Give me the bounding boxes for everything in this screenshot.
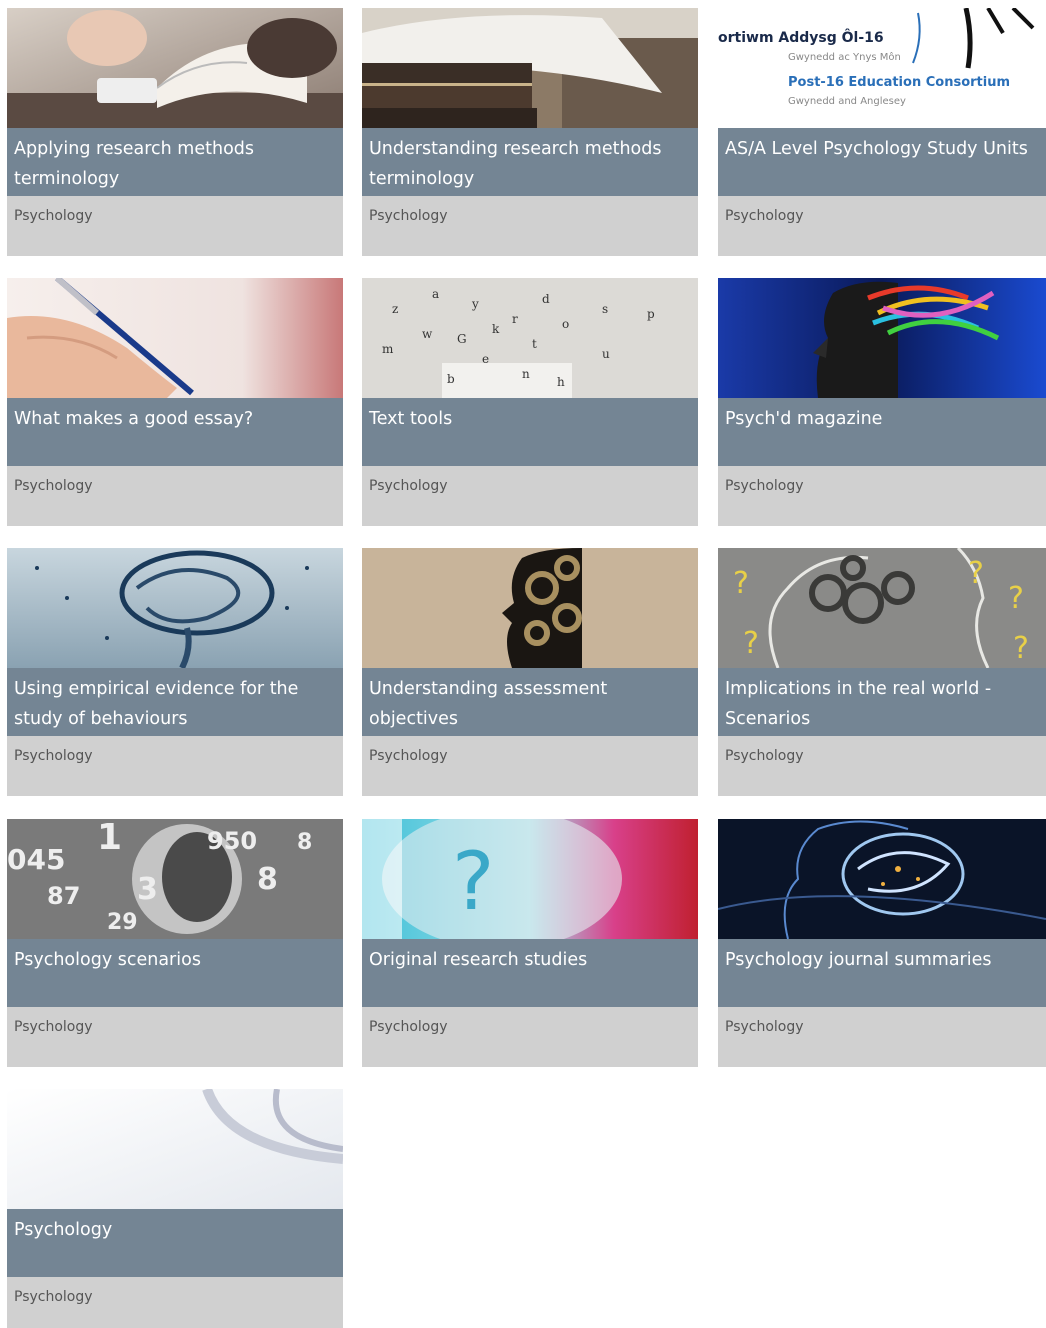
card-text-tools[interactable]: z a y r o s w Gk t e u p m d b n h Text tools Psych… [362,278,698,526]
card-subject: Psychology [369,1019,448,1035]
svg-text:?: ? [743,626,759,661]
scattered-letters-image: z a y r o s w Gk t e u p m d b n h [362,278,698,398]
svg-text:b: b [447,372,455,386]
card-study-units[interactable]: ortiwm Addysg Ôl-16 Gwynedd ac Ynys Môn … [718,8,1046,256]
svg-text:29: 29 [107,910,138,935]
consortium-logo-image: ortiwm Addysg Ôl-16 Gwynedd ac Ynys Môn … [718,8,1046,128]
head-gears-image [362,548,698,668]
svg-text:k: k [492,322,500,336]
logo-line-1: ortiwm Addysg Ôl-16 [718,28,884,46]
card-psychology[interactable]: Psychology Psychology [7,1089,343,1328]
svg-text:y: y [471,297,479,311]
svg-text:h: h [557,375,565,389]
svg-text:a: a [432,287,439,301]
neural-head-image [718,819,1046,939]
svg-text:?: ? [968,556,984,591]
card-good-essay[interactable]: What makes a good essay? Psychology [7,278,343,526]
card-title: Psychology [7,1209,343,1277]
card-psychd-magazine[interactable]: Psych'd magazine Psychology [718,278,1046,526]
card-journal-summaries[interactable]: Psychology journal summaries Psychology [718,819,1046,1067]
card-assessment-objectives[interactable]: Understanding assessment objectives Psyc… [362,548,698,796]
abstract-white-curve-image [7,1089,343,1209]
svg-text:s: s [602,302,608,316]
svg-text:?: ? [1008,581,1024,616]
svg-text:1: 1 [97,819,122,858]
card-title: What makes a good essay? [7,398,343,466]
svg-text:p: p [647,307,655,321]
card-title: Original research studies [362,939,698,1007]
card-understanding-research-methods[interactable]: Understanding research methods terminolo… [362,8,698,256]
svg-text:8: 8 [297,830,312,855]
svg-text:87: 87 [47,882,80,910]
svg-text:?: ? [1013,631,1029,666]
card-title: Understanding research methods terminolo… [362,128,698,196]
logo-line-4: Gwynedd and Anglesey [788,96,906,107]
svg-text:r: r [512,312,518,326]
card-subject: Psychology [369,478,448,494]
svg-text:d: d [542,292,550,306]
svg-text:?: ? [733,566,749,601]
logo-line-3: Post-16 Education Consortium [788,75,1010,90]
card-implications-real-world[interactable]: ????? Implications in the real world - S… [718,548,1046,796]
card-title: Text tools [362,398,698,466]
svg-text:u: u [602,347,610,361]
svg-text:?: ? [452,835,494,928]
svg-text:w: w [422,327,433,341]
svg-text:950: 950 [207,827,257,855]
numbers-collage-image: 045 87 13 950 8 8 29 [7,819,343,939]
card-subject: Psychology [14,478,93,494]
card-subject: Psychology [725,208,804,224]
card-title: Understanding assessment objectives [362,668,698,736]
svg-text:t: t [532,337,537,351]
card-subject: Psychology [14,1289,93,1305]
svg-text:e: e [482,352,489,366]
card-title: Applying research methods terminology [7,128,343,196]
card-subject: Psychology [14,208,93,224]
card-subject: Psychology [725,748,804,764]
svg-text:o: o [562,317,569,331]
svg-text:m: m [382,342,394,356]
card-title: Using empirical evidence for the study o… [7,668,343,736]
card-title: Psych'd magazine [718,398,1046,466]
card-subject: Psychology [14,1019,93,1035]
svg-text:z: z [392,302,398,316]
card-title: Psychology journal summaries [718,939,1046,1007]
card-original-research[interactable]: ? Original research studies Psychology [362,819,698,1067]
ink-brain-image [7,548,343,668]
card-title: AS/A Level Psychology Study Units [718,128,1046,196]
card-subject: Psychology [14,748,93,764]
card-subject: Psychology [369,748,448,764]
hand-writing-pen-image [7,278,343,398]
svg-text:G: G [457,332,467,346]
abstract-head-question-image: ? [362,819,698,939]
card-title: Implications in the real world - Scenari… [718,668,1046,736]
logo-line-2: Gwynedd ac Ynys Môn [788,51,901,63]
stack-of-books-image [362,8,698,128]
svg-text:8: 8 [257,862,278,897]
head-colorful-brain-image [718,278,1046,398]
svg-text:3: 3 [137,872,158,907]
card-empirical-evidence[interactable]: Using empirical evidence for the study o… [7,548,343,796]
card-subject: Psychology [369,208,448,224]
card-psychology-scenarios[interactable]: 045 87 13 950 8 8 29 Psychology scenarios P… [7,819,343,1067]
svg-text:045: 045 [7,843,65,876]
svg-text:n: n [522,367,530,381]
chalk-gears-question-image: ????? [718,548,1046,668]
card-subject: Psychology [725,478,804,494]
card-applying-research-methods[interactable]: Applying research methods terminology Ps… [7,8,343,256]
card-subject: Psychology [725,1019,804,1035]
card-title: Psychology scenarios [7,939,343,1007]
hands-reading-book-image [7,8,343,128]
